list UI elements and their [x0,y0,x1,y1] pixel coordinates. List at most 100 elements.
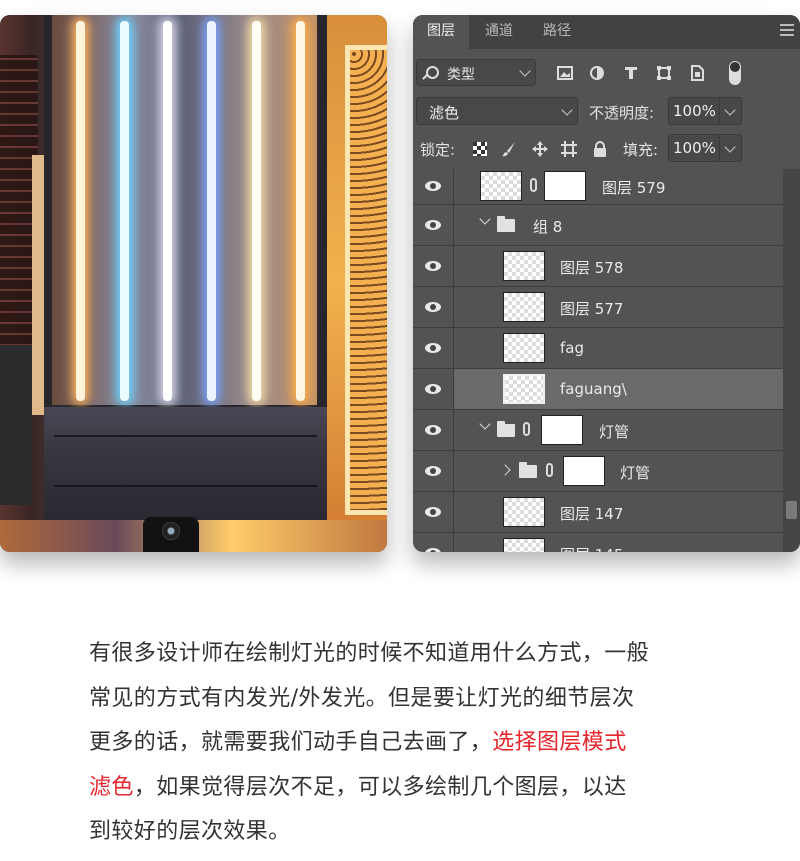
eye-icon[interactable] [425,425,441,435]
link-icon [523,422,530,436]
highlighted-text: 滤色 [89,774,134,800]
eye-icon[interactable] [425,343,441,353]
lock-position-icon[interactable] [532,141,548,157]
opacity-dropdown-button[interactable] [720,97,742,125]
folder-icon [497,216,515,232]
fill-input[interactable]: 100% [668,134,720,162]
layer-name: 图层 578 [560,259,624,277]
dark-stool [0,345,32,505]
visibility-column [413,205,454,245]
shape-filter-icon[interactable] [656,65,672,81]
tab-paths[interactable]: 路径 [529,15,585,49]
visibility-column [413,410,454,450]
visibility-column [413,287,454,327]
neon-tube-2 [120,21,129,401]
layer-thumbnail [503,292,545,322]
layer-row-selected[interactable]: faguang\ [413,369,783,410]
layers-scrollbar[interactable] [783,169,800,552]
tab-layers[interactable]: 图层 [413,15,469,49]
base-line [54,435,317,437]
link-icon [530,178,537,192]
neon-tube-5 [252,21,261,401]
visibility-column [413,492,454,532]
group-mask-thumbnail [563,456,605,486]
tab-channels[interactable]: 通道 [471,15,527,49]
scrollbar-thumb[interactable] [786,501,797,519]
visibility-column [413,533,454,552]
blend-mode-value: 滤色 [429,104,460,122]
visibility-column [413,328,454,368]
opacity-value: 100% [673,102,716,120]
link-icon [546,463,553,477]
layer-thumbnail [503,538,545,552]
article-paragraph: 有很多设计师在绘制灯光的时候不知道用什么方式，一般 常见的方式有内发光/外发光。… [89,632,729,855]
layer-row[interactable]: 图层 147 [413,492,783,533]
eye-icon[interactable] [425,384,441,394]
lock-transparent-pixels-icon[interactable] [472,141,488,157]
opacity-input[interactable]: 100% [668,97,720,125]
smart-object-filter-icon[interactable] [689,65,705,81]
visibility-column [413,451,454,491]
eye-icon[interactable] [425,261,441,271]
layer-filter-dropdown[interactable]: 类型 [416,59,536,86]
halftone-frame [345,45,387,515]
fill-dropdown-button[interactable] [720,134,742,162]
layer-row[interactable]: 图层 579 [413,169,783,205]
type-filter-icon[interactable] [623,65,639,81]
eye-icon[interactable] [425,548,441,552]
light-panel-inner [52,15,317,405]
layer-name: 灯管 [620,464,651,482]
eye-icon[interactable] [425,507,441,517]
layer-group-row[interactable]: 灯管 [413,410,783,451]
folder-icon [519,462,537,478]
layer-name: 图层 577 [560,300,624,318]
paragraph-line: 到较好的层次效果。 [89,819,291,844]
chevron-down-icon[interactable] [479,213,491,225]
image-filter-icon[interactable] [557,65,573,81]
layer-group-row[interactable]: 组 8 [413,205,783,246]
eye-icon[interactable] [425,466,441,476]
blend-mode-dropdown[interactable]: 滤色 [416,97,578,125]
paragraph-line: 更多的话，就需要我们动手自己去画了，选择图层模式 [89,721,729,766]
eye-icon[interactable] [425,220,441,230]
neon-tube-6 [296,21,305,401]
layer-row[interactable]: 图层 145 [413,533,783,552]
eye-icon[interactable] [425,181,441,191]
panel-menu-icon[interactable] [780,24,794,36]
neon-tube-4 [207,21,216,401]
visibility-column [413,369,454,409]
chevron-down-icon[interactable] [479,418,491,430]
layer-row[interactable]: 图层 577 [413,287,783,328]
neon-tube-3 [163,21,172,401]
chevron-down-icon [724,104,736,116]
fill-value: 100% [673,139,716,157]
lock-artboard-icon[interactable] [561,141,577,157]
opacity-label: 不透明度: [589,104,655,122]
layers-panel: 图层 通道 路径 类型 滤色 不透明度: 100% 锁定: 填充: 100% 图… [413,15,800,552]
layer-row[interactable]: fag [413,328,783,369]
layer-thumbnail [503,497,545,527]
panel-base [44,407,327,520]
panel-tab-bar: 图层 通道 路径 [413,15,800,49]
lock-image-pixels-icon[interactable] [501,141,517,157]
lock-label: 锁定: [420,141,456,159]
layer-list: 图层 579 组 8 图层 578 图层 577 fag faguang\ 灯管… [413,169,783,552]
filter-type-label: 类型 [447,67,475,83]
filter-toggle-switch[interactable] [729,61,741,85]
paragraph-line: 滤色，如果觉得层次不足，可以多绘制几个图层，以达 [89,766,729,811]
paragraph-line: 常见的方式有内发光/外发光。但是要让灯光的细节层次 [89,685,635,711]
layer-group-row[interactable]: 灯管 [413,451,783,492]
eye-icon[interactable] [425,302,441,312]
chevron-down-icon [561,104,573,116]
layer-thumbnail [480,171,522,201]
lamp-lens [162,522,180,540]
search-icon [426,66,439,79]
layer-name: 组 8 [533,218,563,236]
lock-all-icon[interactable] [592,141,608,157]
chevron-right-icon[interactable] [499,464,511,476]
adjustment-filter-icon[interactable] [589,65,605,81]
layer-row[interactable]: 图层 578 [413,246,783,287]
neon-tube-1 [76,21,85,401]
layer-name: fag [560,339,584,357]
neon-tubes-photo [0,15,387,552]
